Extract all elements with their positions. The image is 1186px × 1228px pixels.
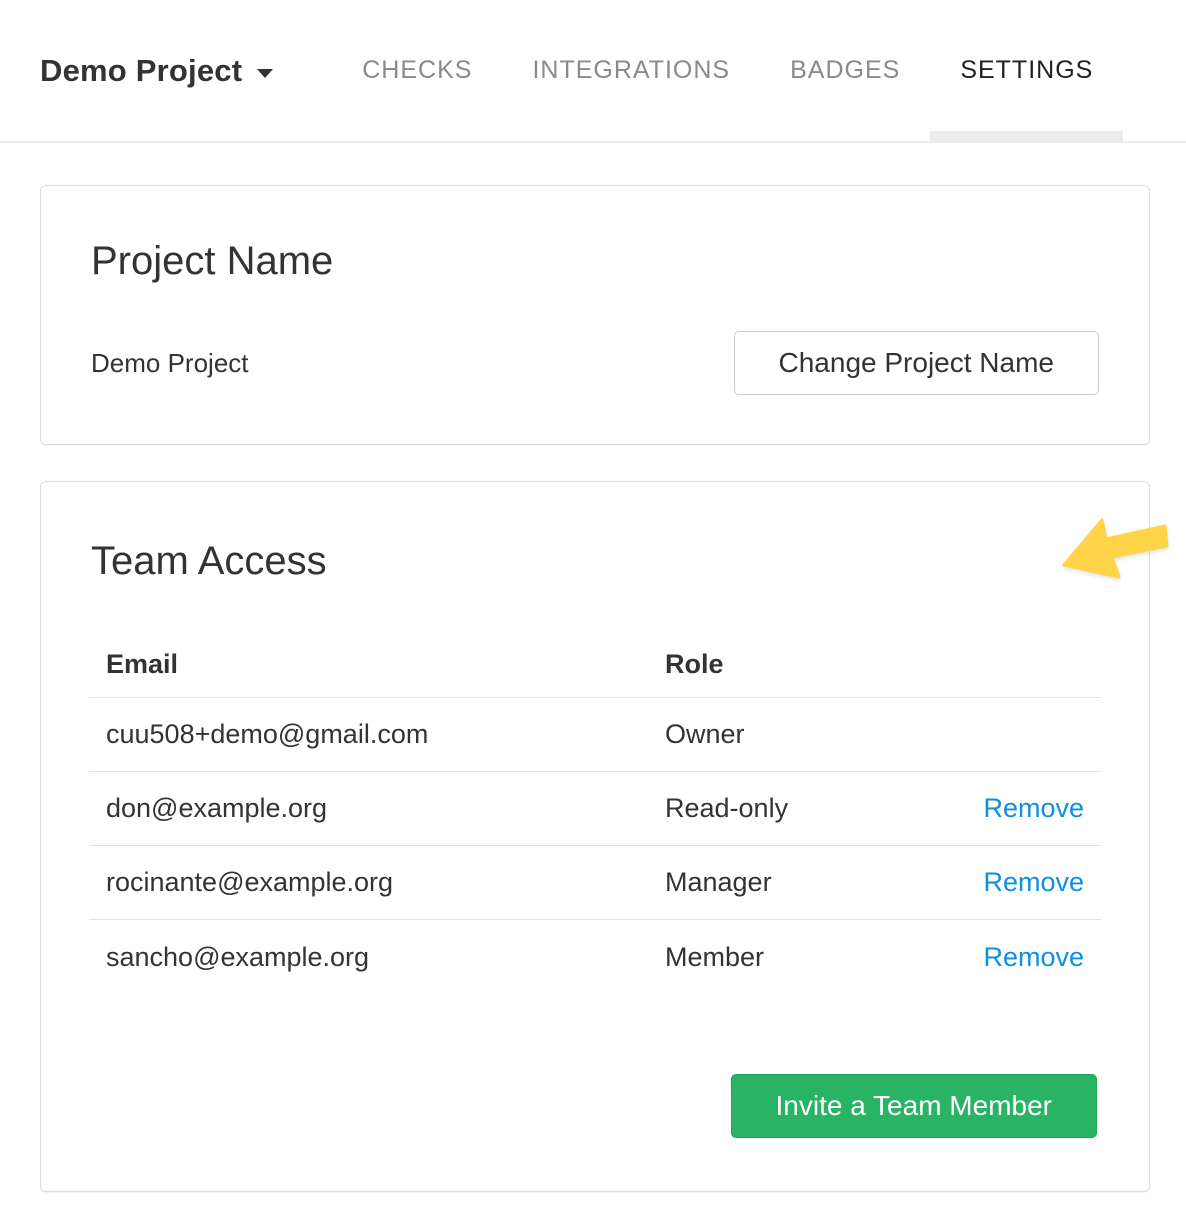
member-email: rocinante@example.org (89, 867, 648, 898)
project-name-card-title: Project Name (91, 238, 1099, 284)
project-name-card: Project Name Demo Project Change Project… (40, 185, 1150, 445)
table-row: cuu508+demo@gmail.com Owner (89, 698, 1101, 772)
member-actions: Remove (928, 942, 1101, 973)
project-name-value: Demo Project (91, 348, 249, 379)
project-name-row: Demo Project Change Project Name (91, 331, 1099, 395)
member-role: Manager (648, 867, 928, 898)
table-header-row: Email Role (89, 632, 1101, 698)
tab-integrations[interactable]: INTEGRATIONS (502, 0, 760, 141)
remove-member-link[interactable]: Remove (983, 867, 1084, 897)
member-role: Read-only (648, 793, 928, 824)
table-row: don@example.org Read-only Remove (89, 772, 1101, 846)
table-row: sancho@example.org Member Remove (89, 920, 1101, 994)
member-email: sancho@example.org (89, 942, 648, 973)
tab-settings[interactable]: SETTINGS (930, 0, 1123, 141)
member-email: cuu508+demo@gmail.com (89, 719, 648, 750)
team-access-card: Team Access Email Role cuu508+demo@gmail… (40, 481, 1150, 1192)
member-role: Member (648, 942, 928, 973)
member-email: don@example.org (89, 793, 648, 824)
tab-checks[interactable]: CHECKS (332, 0, 502, 141)
column-header-email: Email (89, 649, 648, 680)
remove-member-link[interactable]: Remove (983, 942, 1084, 972)
member-role: Owner (648, 719, 928, 750)
project-selector-label: Demo Project (40, 53, 242, 89)
table-row: rocinante@example.org Manager Remove (89, 846, 1101, 920)
invite-row: Invite a Team Member (41, 1074, 1149, 1138)
team-access-table: Email Role cuu508+demo@gmail.com Owner d… (89, 632, 1101, 994)
settings-page: Project Name Demo Project Change Project… (0, 185, 1186, 1228)
tab-badges[interactable]: BADGES (760, 0, 930, 141)
project-selector[interactable]: Demo Project (40, 0, 273, 141)
change-project-name-button[interactable]: Change Project Name (734, 331, 1099, 395)
team-access-card-title: Team Access (91, 538, 1149, 584)
remove-member-link[interactable]: Remove (983, 793, 1084, 823)
chevron-down-icon (257, 69, 273, 78)
invite-team-member-button[interactable]: Invite a Team Member (731, 1074, 1098, 1138)
member-actions: Remove (928, 867, 1101, 898)
member-actions: Remove (928, 793, 1101, 824)
app-header: Demo Project CHECKS INTEGRATIONS BADGES … (0, 0, 1186, 143)
top-nav: CHECKS INTEGRATIONS BADGES SETTINGS (332, 0, 1123, 141)
column-header-role: Role (648, 649, 928, 680)
